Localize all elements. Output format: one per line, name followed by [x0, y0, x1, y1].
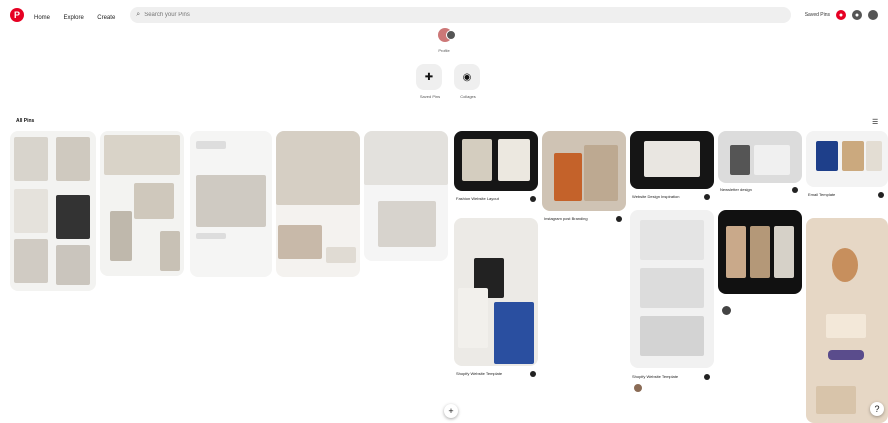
- more-icon[interactable]: [704, 374, 710, 380]
- pin-image: [644, 141, 700, 177]
- pin-image: [726, 226, 746, 278]
- pin-image: [196, 175, 266, 227]
- pin-image: [56, 245, 90, 285]
- pin-image: [326, 247, 356, 263]
- pin-image: [196, 141, 226, 149]
- message-icon[interactable]: ●: [852, 10, 862, 20]
- pin-image: [554, 153, 582, 201]
- pin-card[interactable]: [718, 210, 802, 294]
- pin-image: [498, 139, 530, 181]
- pin-image: [160, 231, 180, 271]
- pin-card[interactable]: [806, 218, 888, 423]
- top-bar: P Home Explore Create ⌕ Saved Pins ● ●: [0, 0, 888, 30]
- more-icon[interactable]: [530, 371, 536, 377]
- collages-action[interactable]: ◉ Collages: [454, 64, 482, 99]
- pin-caption: Fashion Website Layout: [456, 196, 499, 201]
- pin-caption: Shopify Website Template: [456, 371, 503, 376]
- pin-caption: Newsletter design: [720, 187, 752, 192]
- bell-icon[interactable]: ●: [836, 10, 846, 20]
- pin-caption: Email Template: [808, 192, 836, 197]
- pin-image: [866, 141, 882, 171]
- pin-card[interactable]: [454, 131, 538, 191]
- more-icon[interactable]: [530, 196, 536, 202]
- pin-card[interactable]: [630, 210, 714, 368]
- avatar[interactable]: [634, 384, 642, 392]
- more-icon[interactable]: [616, 216, 622, 222]
- pin-image: [640, 268, 704, 308]
- pin-image: [276, 131, 360, 205]
- pin-image: [754, 145, 790, 175]
- pin-icon[interactable]: ✚: [416, 64, 442, 90]
- pin-image: [774, 226, 794, 278]
- collage-icon[interactable]: ◉: [454, 64, 480, 90]
- pin-image: [640, 316, 704, 356]
- saved-label[interactable]: Saved Pins: [805, 12, 830, 18]
- nav-explore[interactable]: Explore: [63, 15, 83, 21]
- pin-image: [378, 201, 436, 247]
- search-icon: ⌕: [136, 11, 141, 18]
- pin-image: [730, 145, 750, 175]
- pin-image: [458, 288, 488, 348]
- pin-image: [56, 195, 90, 239]
- pin-image: [110, 211, 132, 261]
- avatar[interactable]: [722, 306, 731, 315]
- more-icon[interactable]: [704, 194, 710, 200]
- pin-image: [134, 183, 174, 219]
- help-icon[interactable]: ?: [870, 402, 884, 416]
- pin-image: [584, 145, 618, 201]
- pin-image: [364, 131, 448, 185]
- main-nav: Home Explore Create: [34, 6, 124, 24]
- more-icon[interactable]: [792, 187, 798, 193]
- search-input[interactable]: [144, 12, 785, 18]
- saved-pins-label: Saved Pins: [419, 94, 441, 99]
- pin-card[interactable]: [806, 131, 888, 187]
- pin-image: [104, 135, 180, 175]
- avatar-icon[interactable]: [868, 10, 878, 20]
- pin-card[interactable]: [10, 131, 96, 291]
- pin-image: [640, 220, 704, 260]
- nav-create[interactable]: Create: [97, 15, 115, 21]
- search-bar[interactable]: ⌕: [130, 7, 791, 23]
- pin-card[interactable]: [718, 131, 802, 183]
- pin-image: [278, 225, 322, 259]
- collages-label: Collages: [460, 94, 476, 99]
- more-icon[interactable]: [878, 192, 884, 198]
- pin-caption: Instagram post Branding: [544, 216, 588, 221]
- pin-image: [842, 141, 864, 171]
- pin-image: [832, 248, 858, 282]
- filter-icon[interactable]: ☰: [872, 118, 878, 126]
- profile-name: Profile: [438, 48, 450, 53]
- saved-pins-action[interactable]: ✚ Saved Pins: [416, 64, 444, 99]
- nav-home[interactable]: Home: [34, 15, 50, 21]
- pin-card[interactable]: [364, 131, 448, 261]
- pin-image: [14, 239, 48, 283]
- pin-card[interactable]: [630, 131, 714, 189]
- pin-image: [494, 302, 534, 364]
- pin-image: [816, 141, 838, 171]
- add-icon[interactable]: +: [444, 404, 458, 418]
- pin-card[interactable]: [542, 131, 626, 211]
- pinterest-logo[interactable]: P: [10, 8, 24, 22]
- profile-avatars[interactable]: [432, 28, 458, 46]
- pin-image: [14, 189, 48, 233]
- pin-card[interactable]: [190, 131, 272, 277]
- pin-image: [816, 386, 856, 414]
- pin-caption: Website Design Inspiration: [632, 194, 680, 199]
- pin-image: [750, 226, 770, 278]
- pin-card[interactable]: [276, 131, 360, 277]
- pin-image: [462, 139, 492, 181]
- pin-image: [56, 137, 90, 181]
- pin-image: [196, 233, 226, 239]
- profile-actions: ✚ Saved Pins ◉ Collages: [416, 64, 492, 99]
- pin-card[interactable]: [454, 218, 538, 366]
- pin-image: [14, 137, 48, 181]
- pin-image: [828, 350, 864, 360]
- avatar: [446, 30, 456, 40]
- pin-image: [826, 314, 866, 338]
- pin-caption: Shopify Website Template: [632, 374, 679, 379]
- pin-card[interactable]: [100, 131, 184, 276]
- section-title: All Pins: [16, 118, 35, 124]
